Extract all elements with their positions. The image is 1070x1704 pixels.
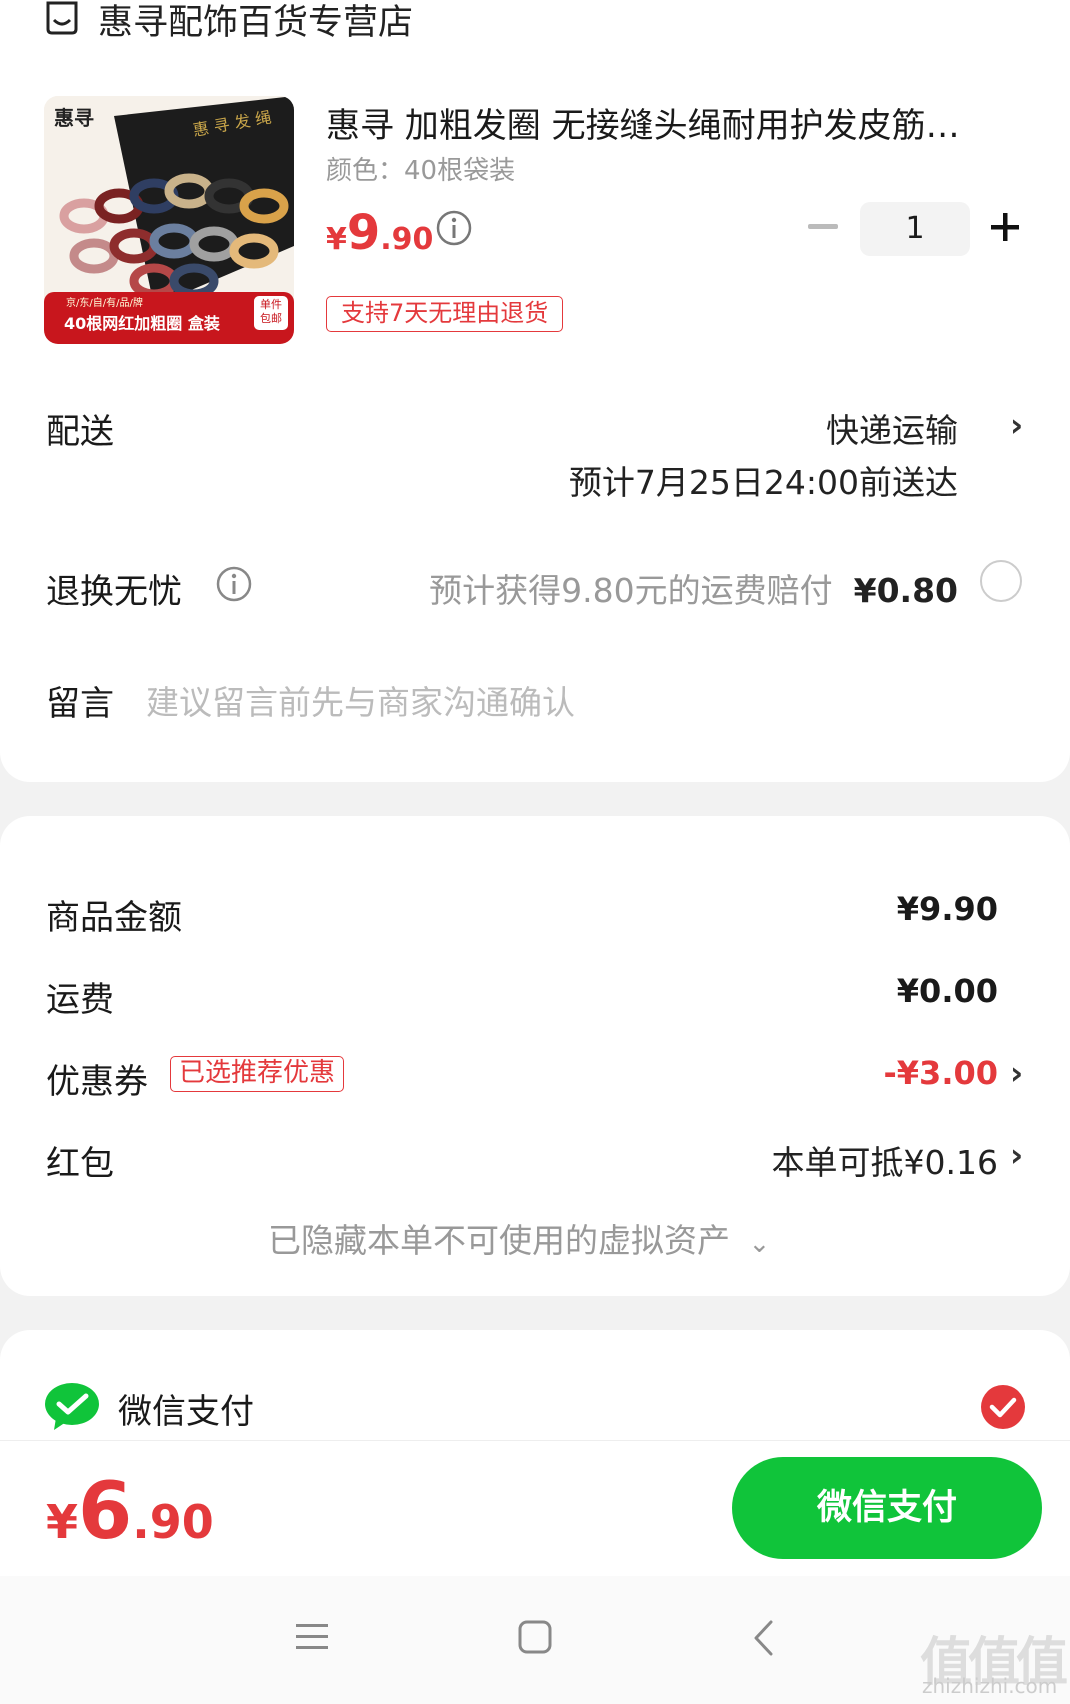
store-name[interactable]: 惠寻配饰百货专营店 <box>98 0 413 45</box>
price-integer: 9 <box>346 205 381 261</box>
delivery-eta: 预计7月25日24:00前送达 <box>568 463 958 502</box>
message-input[interactable]: 建议留言前先与商家沟通确认 <box>146 676 575 724</box>
goods-amount-value: ¥9.90 <box>896 890 998 928</box>
info-icon[interactable] <box>216 566 252 602</box>
order-card: 惠寻配饰百货专营店 惠 寻 发 绳 惠寻 京/东/自/有/品/牌 40根网红加粗… <box>0 0 1070 782</box>
price-symbol: ¥ <box>326 222 347 257</box>
product-variant[interactable]: 颜色：40根袋装 <box>326 150 515 187</box>
exchange-radio[interactable] <box>980 560 1022 602</box>
coupon-value[interactable]: -¥3.00 <box>884 1054 999 1092</box>
quantity-plus-button[interactable] <box>990 212 1020 242</box>
chevron-right-icon[interactable]: › <box>1010 406 1023 444</box>
payment-method-card: 微信支付 <box>0 1330 1070 1440</box>
product-image-tag: 单件包邮 <box>260 298 282 325</box>
checkmark-icon[interactable] <box>980 1384 1026 1430</box>
hidden-assets-text: 已隐藏本单不可使用的虚拟资产 <box>268 1221 730 1260</box>
exchange-price: ¥0.80 <box>853 571 958 610</box>
watermark-url: zhizhizhi.com <box>922 1674 1058 1698</box>
wechat-pay-button[interactable]: 微信支付 <box>732 1457 1042 1559</box>
price-decimal: .90 <box>380 222 434 257</box>
chevron-right-icon[interactable]: › <box>1010 1136 1023 1174</box>
total-decimal: .90 <box>132 1495 214 1549</box>
goods-amount-label: 商品金额 <box>46 898 182 938</box>
total-price: ¥6.90 <box>46 1467 214 1557</box>
exchange-label: 退换无忧 <box>46 572 182 612</box>
wechat-pay-icon <box>45 1383 99 1430</box>
exchange-desc: 预计获得9.80元的运费赔付 <box>429 571 833 610</box>
menu-icon[interactable] <box>296 1622 328 1652</box>
message-label: 留言 <box>46 684 114 724</box>
quantity-minus-button[interactable] <box>808 224 838 229</box>
product-image-caption: 40根网红加粗圈 盒装 <box>64 314 220 333</box>
hidden-assets-toggle[interactable]: 已隐藏本单不可使用的虚拟资产 ⌄ <box>268 1214 770 1262</box>
payment-method-label[interactable]: 微信支付 <box>118 1384 254 1433</box>
shipping-value: ¥0.00 <box>896 972 998 1010</box>
red-packet-value[interactable]: 本单可抵¥0.16 <box>772 1136 998 1184</box>
product-title[interactable]: 惠寻 加粗发圈 无接缝头绳耐用护发皮筋… <box>326 98 960 147</box>
product-price: ¥9.90 <box>326 205 433 261</box>
chevron-right-icon[interactable]: › <box>1010 1054 1023 1092</box>
price-summary-card: 商品金额 ¥9.90 运费 ¥0.00 优惠券 已选推荐优惠 -¥3.00 › … <box>0 816 1070 1296</box>
red-packet-label: 红包 <box>46 1144 114 1184</box>
coupon-selected-tag: 已选推荐优惠 <box>170 1056 345 1092</box>
chevron-down-icon: ⌄ <box>748 1229 771 1259</box>
return-policy-badge: 支持7天无理由退货 <box>326 296 564 332</box>
coupon-label: 优惠券 <box>46 1062 148 1102</box>
back-icon[interactable] <box>752 1620 774 1656</box>
delivery-label: 配送 <box>46 412 114 452</box>
checkout-bar: ¥6.90 微信支付 <box>0 1440 1070 1576</box>
store-icon <box>46 1 78 35</box>
info-icon[interactable] <box>436 210 472 246</box>
total-integer: 6 <box>78 1467 133 1557</box>
system-nav-bar: 值值值 zhizhizhi.com <box>0 1576 1070 1704</box>
quantity-input[interactable]: 1 <box>860 202 970 256</box>
product-image[interactable]: 惠 寻 发 绳 惠寻 京/东/自/有/品/牌 40根网红加粗圈 盒装 单件包邮 <box>44 96 294 344</box>
exchange-info: 预计获得9.80元的运费赔付 ¥0.80 <box>429 564 958 612</box>
total-symbol: ¥ <box>46 1495 79 1549</box>
product-image-brand: 惠寻 <box>54 106 94 130</box>
delivery-method[interactable]: 快递运输 <box>826 404 958 452</box>
home-icon[interactable] <box>518 1620 552 1654</box>
product-image-subline: 京/东/自/有/品/牌 <box>66 298 143 309</box>
shipping-label: 运费 <box>46 980 114 1020</box>
